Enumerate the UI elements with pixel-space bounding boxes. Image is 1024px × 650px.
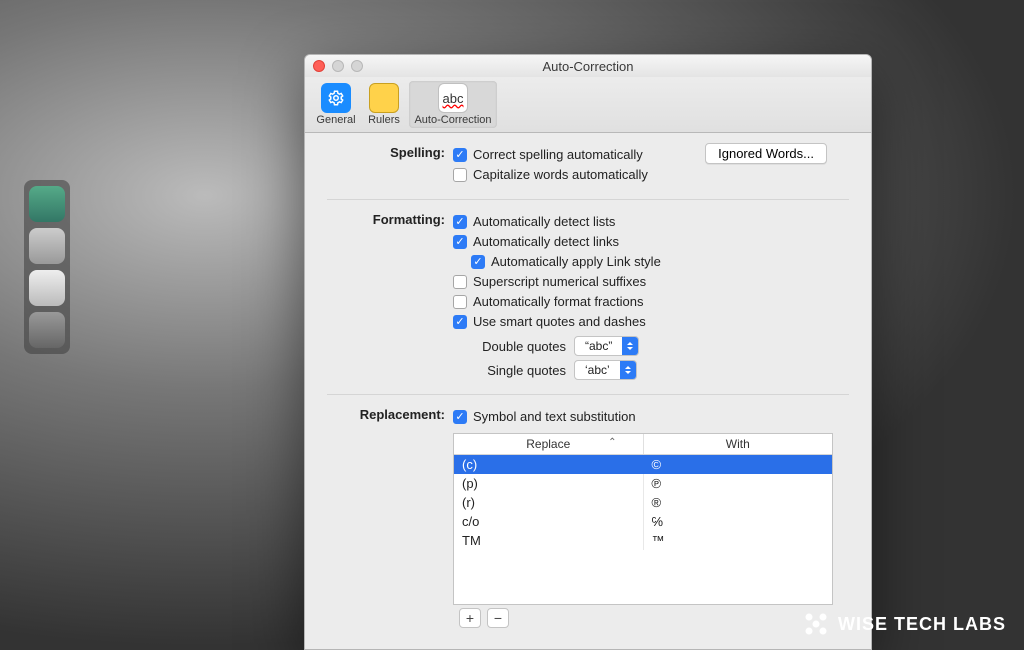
checkbox-symbol-substitution[interactable] xyxy=(453,410,467,424)
replacement-table: Replace With (c)©(p)℗(r)®c/o℅TM™ xyxy=(453,433,833,605)
table-header-replace[interactable]: Replace xyxy=(454,434,644,454)
preferences-window: Auto-Correction General Rulers abc Auto-… xyxy=(304,54,872,650)
smart-quotes-label: Use smart quotes and dashes xyxy=(473,312,646,332)
cell-with: © xyxy=(644,455,833,474)
apply-link-style-label: Automatically apply Link style xyxy=(491,252,661,272)
double-quotes-label: Double quotes xyxy=(471,339,566,354)
spelling-label: Spelling: xyxy=(327,145,453,185)
cell-with: ℗ xyxy=(644,474,833,493)
autocorrection-icon: abc xyxy=(438,83,468,113)
cell-with: ® xyxy=(644,493,833,512)
fractions-label: Automatically format fractions xyxy=(473,292,644,312)
preferences-body: Spelling: Correct spelling automatically… xyxy=(305,133,871,649)
table-header: Replace With xyxy=(454,434,832,455)
toolbar: General Rulers abc Auto-Correction xyxy=(305,77,871,133)
table-row[interactable]: c/o℅ xyxy=(454,512,832,531)
tab-rulers[interactable]: Rulers xyxy=(361,81,407,128)
chevron-updown-icon xyxy=(620,361,636,379)
chevron-updown-icon xyxy=(622,337,638,355)
zoom-icon[interactable] xyxy=(351,60,363,72)
tab-general[interactable]: General xyxy=(313,81,359,128)
table-row[interactable]: (c)© xyxy=(454,455,832,474)
watermark-text: WISE TECH LABS xyxy=(838,614,1006,635)
add-button[interactable]: + xyxy=(459,608,481,628)
checkbox-superscript[interactable] xyxy=(453,275,467,289)
dock xyxy=(24,180,70,354)
symbol-substitution-label: Symbol and text substitution xyxy=(473,407,636,427)
cell-replace: (r) xyxy=(454,493,644,512)
dock-item[interactable] xyxy=(29,228,65,264)
ruler-icon xyxy=(369,83,399,113)
tab-rulers-label: Rulers xyxy=(368,114,400,126)
capitalize-words-label: Capitalize words automatically xyxy=(473,165,648,185)
detect-lists-label: Automatically detect lists xyxy=(473,212,615,232)
cell-replace: TM xyxy=(454,531,644,550)
single-quotes-select[interactable]: ‘abc’ xyxy=(574,360,637,380)
double-quotes-select[interactable]: “abc” xyxy=(574,336,639,356)
tab-autocorrection-label: Auto-Correction xyxy=(414,114,491,126)
checkbox-detect-lists[interactable] xyxy=(453,215,467,229)
checkbox-apply-link-style[interactable] xyxy=(471,255,485,269)
traffic-lights xyxy=(313,60,363,72)
replacement-label: Replacement: xyxy=(327,407,453,631)
correct-spelling-label: Correct spelling automatically xyxy=(473,145,643,165)
checkbox-capitalize-words[interactable] xyxy=(453,168,467,182)
section-spelling: Spelling: Correct spelling automatically… xyxy=(327,133,849,200)
single-quotes-value: ‘abc’ xyxy=(575,363,620,377)
table-row[interactable]: (p)℗ xyxy=(454,474,832,493)
dock-item[interactable] xyxy=(29,270,65,306)
checkbox-correct-spelling[interactable] xyxy=(453,148,467,162)
section-formatting: Formatting: Automatically detect lists A… xyxy=(327,200,849,395)
cell-with: ℅ xyxy=(644,512,833,531)
ignored-words-button[interactable]: Ignored Words... xyxy=(705,143,827,164)
watermark: WISE TECH LABS xyxy=(802,610,1006,638)
single-quotes-label: Single quotes xyxy=(471,363,566,378)
tab-autocorrection[interactable]: abc Auto-Correction xyxy=(409,81,497,128)
close-icon[interactable] xyxy=(313,60,325,72)
window-title: Auto-Correction xyxy=(542,59,633,74)
cell-with: ™ xyxy=(644,531,833,550)
superscript-label: Superscript numerical suffixes xyxy=(473,272,646,292)
cell-replace: (c) xyxy=(454,455,644,474)
checkbox-smart-quotes[interactable] xyxy=(453,315,467,329)
table-body: (c)©(p)℗(r)®c/o℅TM™ xyxy=(454,455,832,550)
formatting-label: Formatting: xyxy=(327,212,453,380)
checkbox-detect-links[interactable] xyxy=(453,235,467,249)
dock-item[interactable] xyxy=(29,186,65,222)
table-row[interactable]: TM™ xyxy=(454,531,832,550)
gear-icon xyxy=(321,83,351,113)
table-header-with[interactable]: With xyxy=(644,434,833,454)
remove-button[interactable]: − xyxy=(487,608,509,628)
section-replacement: Replacement: Symbol and text substitutio… xyxy=(327,395,849,645)
watermark-icon xyxy=(802,610,830,638)
dock-item[interactable] xyxy=(29,312,65,348)
table-row[interactable]: (r)® xyxy=(454,493,832,512)
checkbox-fractions[interactable] xyxy=(453,295,467,309)
detect-links-label: Automatically detect links xyxy=(473,232,619,252)
cell-replace: c/o xyxy=(454,512,644,531)
double-quotes-value: “abc” xyxy=(575,339,622,353)
titlebar: Auto-Correction xyxy=(305,55,871,77)
cell-replace: (p) xyxy=(454,474,644,493)
minimize-icon[interactable] xyxy=(332,60,344,72)
tab-general-label: General xyxy=(316,114,355,126)
